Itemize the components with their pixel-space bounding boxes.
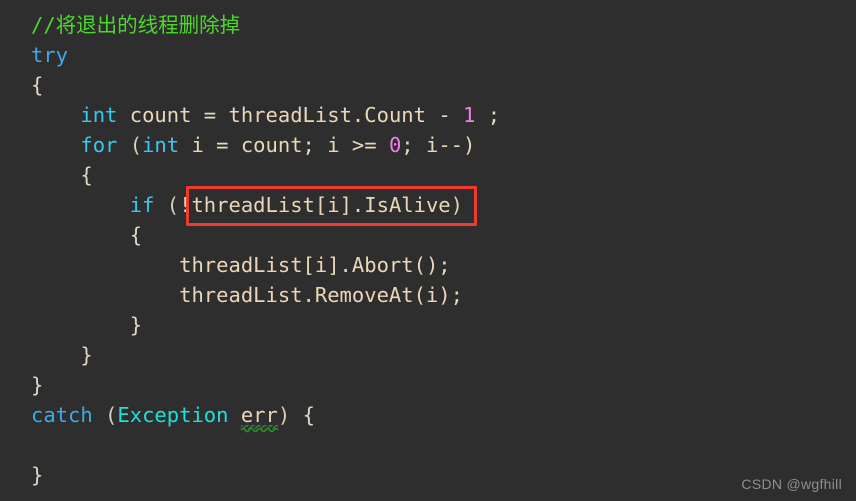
type-exception: Exception [117,403,229,427]
highlighted-condition: !threadList[i].IsAlive [179,193,451,217]
open-paren: ( [154,193,180,217]
close-brace: } [80,343,93,367]
loop-init-expression: i = count; i >= [179,133,389,157]
code-line-12: } [0,340,856,370]
keyword-catch: catch [31,403,93,427]
code-line-2: try [0,40,856,70]
watermark-text: CSDN @wgfhill [741,476,842,492]
code-line-1: //将退出的线程删除掉 [0,10,856,40]
code-line-10: threadList.RemoveAt(i); [0,280,856,310]
keyword-try: try [31,43,69,67]
open-brace: { [31,73,44,97]
code-line-7: if (!threadList[i].IsAlive) [0,190,856,220]
code-line-13: } [0,370,856,400]
code-line-4: int count = threadList.Count - 1 ; [0,100,856,130]
open-brace: { [302,403,315,427]
close-brace: } [31,463,44,487]
parameter-err-with-warning: err [240,400,279,433]
code-line-15-blank [0,430,856,460]
code-line-16: } [0,460,856,490]
open-paren: ( [117,133,143,157]
keyword-int: int [142,133,180,157]
parameter-err: err [240,403,278,427]
close-brace: } [129,313,143,337]
loop-update-expression: ; i--) [401,133,476,157]
code-screenshot: //将退出的线程删除掉 try { int count = threadList… [0,0,856,501]
code-editor-content[interactable]: //将退出的线程删除掉 try { int count = threadList… [0,0,856,490]
open-brace: { [80,163,93,187]
keyword-if: if [129,193,155,217]
expression-threadlist-count: threadList.Count [228,103,426,127]
close-paren: ) [277,403,303,427]
assign-operator: = [191,103,229,127]
number-literal: 0 [388,133,402,157]
open-paren: ( [92,403,118,427]
keyword-int: int [80,103,118,127]
code-line-9: threadList[i].Abort(); [0,250,856,280]
statement-abort: threadList[i].Abort(); [179,253,451,277]
code-line-3: { [0,70,856,100]
minus-operator: - [425,103,464,127]
code-line-11: } [0,310,856,340]
number-literal: 1 [463,103,476,127]
close-brace: } [31,373,44,397]
open-brace: { [129,223,143,247]
code-line-14: catch (Exception err) { [0,400,856,433]
semicolon: ; [475,103,501,127]
code-line-6: { [0,160,856,190]
comment-text: //将退出的线程删除掉 [31,13,241,37]
identifier-count: count [129,103,192,127]
keyword-for: for [80,133,118,157]
close-paren: ) [450,193,463,217]
code-line-8: { [0,220,856,250]
code-line-5: for (int i = count; i >= 0; i--) [0,130,856,160]
statement-removeat: threadList.RemoveAt(i); [179,283,463,307]
